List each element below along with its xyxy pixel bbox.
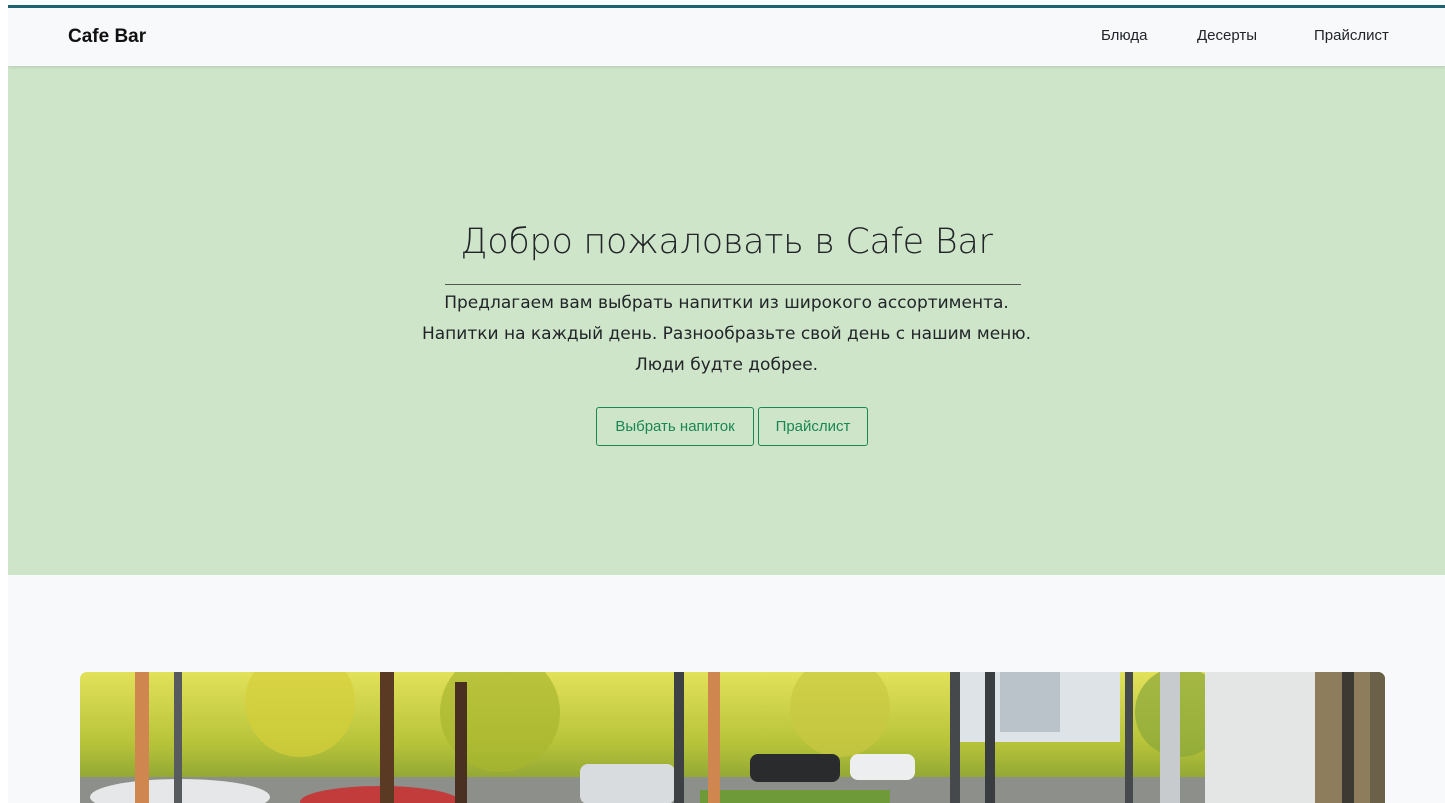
- hero-divider: [445, 284, 1021, 285]
- hero-line: Напитки на каждый день. Разнообразьте св…: [421, 324, 1032, 344]
- hero-title: Добро пожаловать в Cafe Bar: [460, 222, 993, 262]
- navbar: Cafe Bar Блюда Десерты Прайслист: [8, 8, 1445, 66]
- pricelist-button[interactable]: Прайслист: [758, 407, 868, 446]
- hero-line: Предлагаем вам выбрать напитки из широко…: [444, 293, 1009, 313]
- nav-link-dishes[interactable]: Блюда: [1101, 27, 1147, 44]
- nav-link-pricelist[interactable]: Прайслист: [1314, 27, 1389, 44]
- brand-logo[interactable]: Cafe Bar: [68, 26, 146, 48]
- nav-link-desserts[interactable]: Десерты: [1197, 27, 1257, 44]
- hero-section: Добро пожаловать в Cafe Bar Предлагаем в…: [8, 66, 1445, 575]
- choose-drink-button[interactable]: Выбрать напиток: [596, 407, 754, 446]
- hero-line: Люди будте добрее.: [634, 355, 819, 375]
- cafe-interior-photo: [80, 672, 1385, 803]
- page: Cafe Bar Блюда Десерты Прайслист Добро п…: [8, 5, 1445, 803]
- hero-description: Предлагаем вам выбрать напитки из широко…: [8, 288, 1445, 381]
